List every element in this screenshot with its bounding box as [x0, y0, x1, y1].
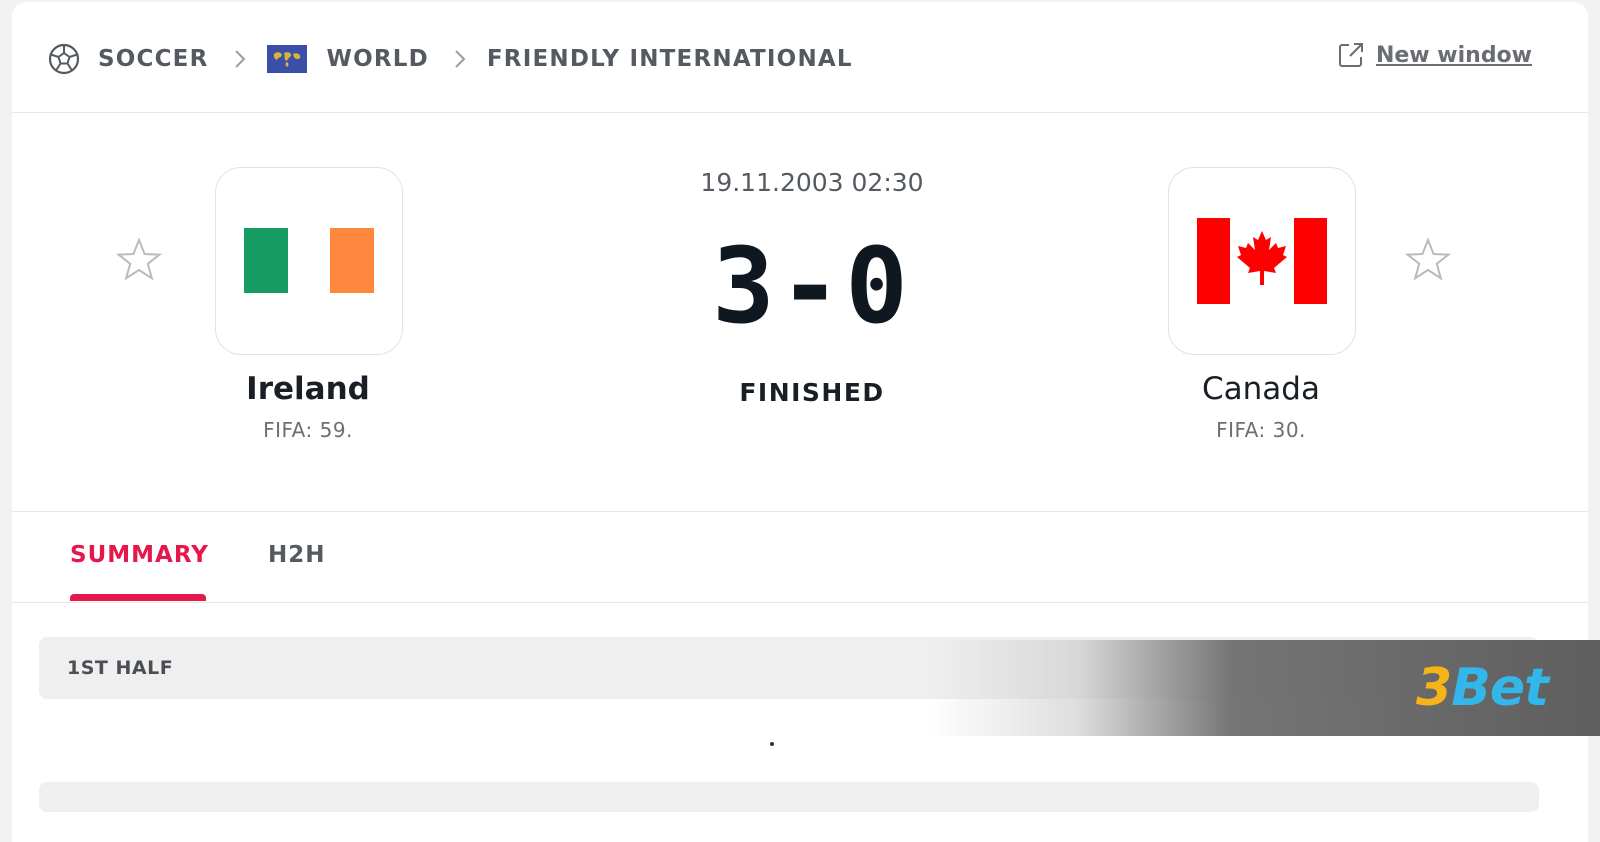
canada-flag-icon: [1197, 218, 1327, 304]
summary-placeholder: .: [770, 742, 774, 746]
new-window-label[interactable]: New window: [1376, 43, 1532, 68]
home-favorite-star-icon[interactable]: [116, 237, 162, 283]
breadcrumb-sport[interactable]: SOCCER: [98, 46, 209, 72]
next-section-header: [39, 782, 1539, 812]
away-favorite-star-icon[interactable]: [1405, 237, 1451, 283]
external-link-icon: [1338, 43, 1363, 67]
away-team-rank: FIFA: 30.: [1216, 418, 1306, 442]
chevron-right-icon: [233, 47, 247, 71]
home-team-name[interactable]: Ireland: [188, 371, 428, 407]
chevron-right-icon: [453, 47, 467, 71]
tab-bar: SUMMARY H2H: [12, 512, 1588, 603]
ireland-flag-icon: [244, 228, 374, 293]
match-datetime: 19.11.2003 02:30: [700, 168, 924, 197]
breadcrumb-competition[interactable]: FRIENDLY INTERNATIONAL: [487, 46, 853, 72]
breadcrumb: SOCCER WORLD FRIENDLY INTERNATIONAL: [47, 39, 853, 79]
match-score: 3-0: [712, 225, 912, 347]
home-team-rank: FIFA: 59.: [263, 418, 353, 442]
soccer-ball-icon: [48, 43, 80, 75]
away-team-name[interactable]: Canada: [1141, 371, 1381, 407]
new-window-link[interactable]: New window: [1336, 40, 1532, 70]
breadcrumb-region[interactable]: WORLD: [327, 46, 429, 72]
first-half-label: 1ST HALF: [67, 657, 174, 679]
tab-summary[interactable]: SUMMARY: [70, 542, 209, 568]
world-flag-icon: [266, 45, 307, 73]
home-team-logo[interactable]: [215, 167, 403, 355]
watermark-logo: 3Bet: [1416, 658, 1549, 718]
active-tab-indicator: [70, 594, 206, 601]
match-header: Ireland FIFA: 59. 19.11.2003 02:30 3-0 F…: [12, 113, 1588, 512]
match-status: FINISHED: [739, 378, 885, 407]
tab-h2h[interactable]: H2H: [268, 542, 326, 568]
breadcrumb-bar: SOCCER WORLD FRIENDLY INTERNATIONAL New …: [12, 2, 1588, 113]
away-team-logo[interactable]: [1168, 167, 1356, 355]
watermark-overlay: 3Bet: [930, 640, 1600, 736]
